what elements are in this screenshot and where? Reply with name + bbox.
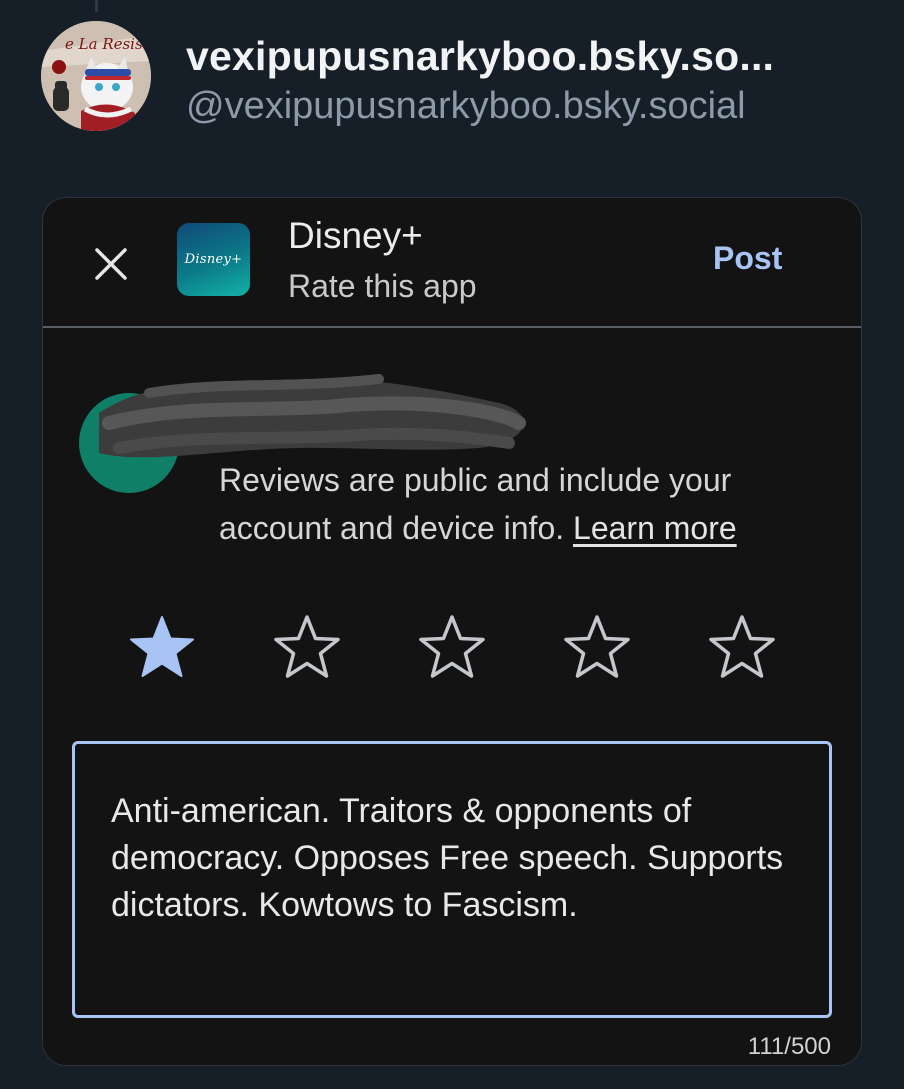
- review-text: Anti-american. Traitors & opponents of d…: [111, 792, 793, 924]
- star-rating[interactable]: [127, 613, 777, 683]
- post-button[interactable]: Post: [713, 240, 782, 277]
- app-icon-label: Disney+: [184, 252, 243, 267]
- character-counter: 111/500: [747, 1033, 831, 1060]
- star-outline-icon[interactable]: [562, 613, 632, 683]
- author-display-name[interactable]: vexipupusnarkyboo.bsky.so...: [186, 33, 774, 80]
- app-subtitle: Rate this app: [288, 268, 477, 304]
- privacy-note: Reviews are public and include your acco…: [219, 456, 819, 552]
- close-button[interactable]: [91, 244, 131, 284]
- review-dialog-screenshot: Disney+ Disney+ Rate this app Post Revie…: [42, 197, 862, 1066]
- star-filled-icon[interactable]: [127, 613, 197, 683]
- star-outline-icon[interactable]: [707, 613, 777, 683]
- star-outline-icon[interactable]: [272, 613, 342, 683]
- learn-more-link[interactable]: Learn more: [573, 510, 737, 546]
- app-title: Disney+: [288, 215, 423, 256]
- disney-plus-app-icon: Disney+: [177, 223, 250, 296]
- avatar[interactable]: e La Resistan: [41, 21, 151, 131]
- star-outline-icon[interactable]: [417, 613, 487, 683]
- avatar-image: e La Resistan: [41, 21, 151, 131]
- review-input[interactable]: Anti-american. Traitors & opponents of d…: [72, 741, 832, 1018]
- header-divider: [43, 326, 861, 328]
- avatar-text: e La Resistan: [65, 35, 151, 53]
- author-handle[interactable]: @vexipupusnarkyboo.bsky.social: [186, 85, 746, 128]
- close-icon: [95, 248, 127, 280]
- thread-connector: [95, 0, 98, 12]
